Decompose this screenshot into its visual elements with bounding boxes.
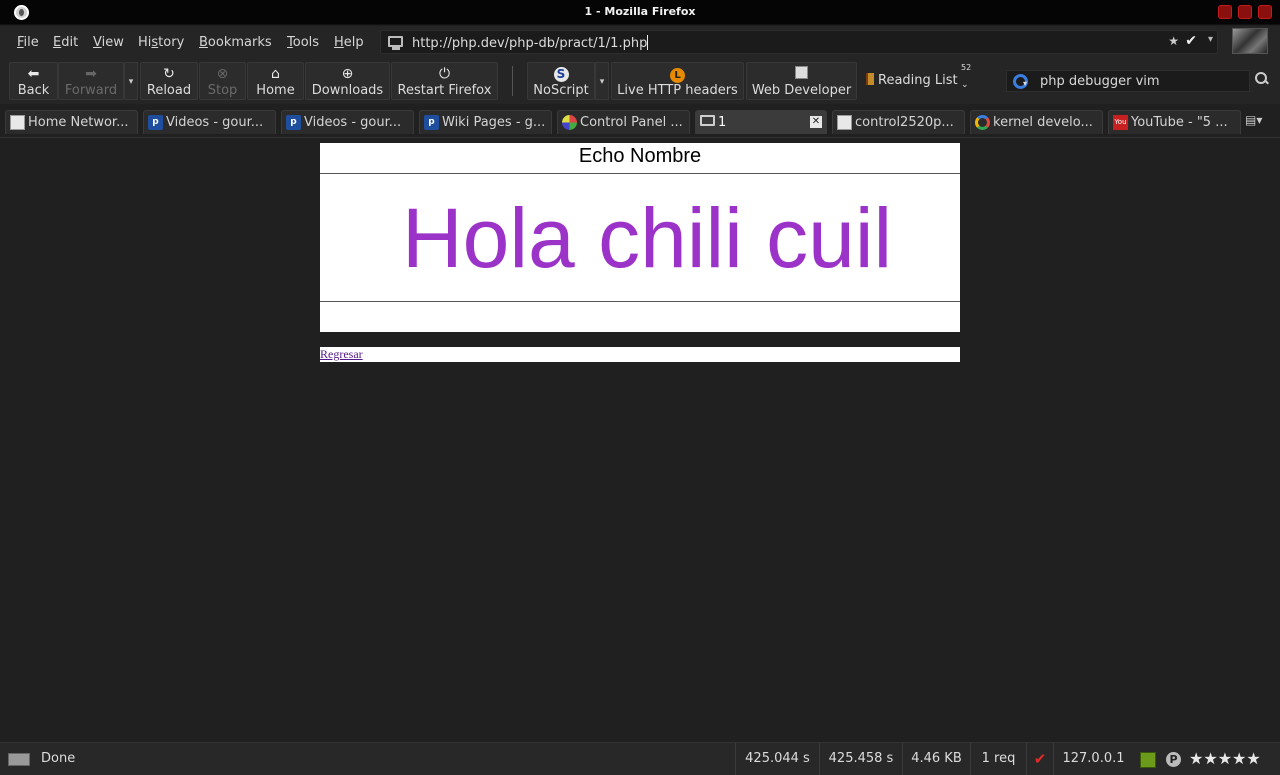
profile-avatar[interactable] [1232,28,1268,54]
menu-tools[interactable]: Tools [287,35,319,50]
stop-icon: ⊗ [216,66,229,82]
status-text: Done [41,751,76,766]
live-http-headers-button[interactable]: L Live HTTP headers [611,62,744,100]
tab-control2520p[interactable]: control2520p... [832,110,965,134]
load-time-1: 425.044 s [735,743,819,775]
validation-check-icon[interactable]: ✔ [1026,743,1053,775]
tab-kernel-developer[interactable]: kernel develo... [970,110,1103,134]
history-dropdown-button[interactable]: ▾ [124,62,138,100]
menu-help[interactable]: Help [334,35,364,50]
search-input[interactable]: php debugger vim [1040,74,1160,89]
window-controls [1218,5,1272,19]
p-status-icon[interactable]: P [1166,752,1181,767]
request-count: 1 req [970,743,1026,775]
download-icon: ⊕ [341,66,354,82]
laptop-icon [700,115,715,126]
greeting-text: Hola chili cuil [320,175,960,302]
forward-button[interactable]: ➡ Forward [58,62,124,100]
back-link-row: Regresar [320,347,960,362]
back-link[interactable]: Regresar [320,347,363,362]
load-time-2: 425.458 s [819,743,902,775]
bookmark-star-icon[interactable]: ★ [1168,34,1179,48]
text-caret [647,35,649,50]
reading-list-count: 52 [961,63,972,72]
tab-videos-1[interactable]: p Videos - gour... [143,110,276,134]
noscript-dropdown-button[interactable]: ▾ [595,62,609,100]
addon-green-icon[interactable] [1140,752,1156,768]
back-button[interactable]: ⬅ Back [9,62,58,100]
title-bar: 1 - Mozilla Firefox [0,0,1280,25]
forward-arrow-icon: ➡ [85,66,97,82]
server-ip: 127.0.0.1 [1053,743,1133,775]
youtube-icon: You [1113,115,1128,130]
p-icon: p [148,115,163,130]
google-icon [975,115,990,130]
window-title: 1 - Mozilla Firefox [584,5,696,18]
tab-youtube[interactable]: You YouTube - "5 ... [1108,110,1241,134]
tab-current[interactable]: 1 ✕ [695,110,827,134]
status-bar: Done 425.044 s 425.458 s 4.46 KB 1 req ✔… [0,742,1280,775]
document-icon [10,115,25,130]
tab-strip: Home Networ... p Videos - gour... p Vide… [0,104,1280,138]
close-button[interactable] [1258,5,1272,19]
menu-bar: File Edit View History Bookmarks Tools H… [0,26,1280,58]
url-input[interactable]: http://php.dev/php-db/pract/1/1.php [412,35,649,51]
navigation-toolbar: ⬅ Back ➡ Forward ▾ ↻ Reload ⊗ Stop ⌂ Hom… [0,58,1280,104]
home-button[interactable]: ⌂ Home [247,62,304,100]
web-developer-button[interactable]: Web Developer [746,62,857,100]
live-http-headers-icon: L [670,68,685,83]
p-icon: p [424,115,439,130]
reload-icon: ↻ [163,66,175,82]
tab-control-panel[interactable]: Control Panel ... [557,110,690,134]
page-size: 4.46 KB [902,743,970,775]
document-icon [837,115,852,130]
tab-videos-2[interactable]: p Videos - gour... [281,110,414,134]
search-engine-icon[interactable] [1013,74,1028,89]
stop-button[interactable]: ⊗ Stop [199,62,246,100]
control-panel-icon [562,115,577,130]
status-indicator-icon [8,753,30,766]
page-viewport: Echo Nombre Hola chili cuil Regresar [0,139,1280,742]
page-table: Echo Nombre Hola chili cuil [320,143,960,332]
maximize-button[interactable] [1238,5,1252,19]
page-title: Echo Nombre [320,143,960,174]
table-footer-row [320,303,960,332]
reading-list-button[interactable]: Reading List [866,73,958,88]
search-box[interactable]: php debugger vim [1006,70,1250,92]
menu-edit[interactable]: Edit [53,35,78,50]
search-icon[interactable] [1255,72,1269,86]
list-all-tabs-icon[interactable]: ▤▾ [1245,113,1273,127]
power-icon: ⏻ [438,66,451,82]
reading-list-dropdown-icon[interactable]: ⌄ [961,80,969,90]
menu-file[interactable]: File [17,35,39,50]
url-history-dropdown-icon[interactable]: ▾ [1208,34,1213,45]
tab-wiki-pages[interactable]: p Wiki Pages - g... [419,110,552,134]
noscript-button[interactable]: S NoScript [527,62,595,100]
close-tab-icon[interactable]: ✕ [810,116,822,128]
checkmark-icon[interactable]: ✔ [1185,33,1197,49]
toolbar-separator [512,66,513,96]
back-arrow-icon: ⬅ [27,66,40,82]
reload-button[interactable]: ↻ Reload [140,62,198,100]
rating-stars[interactable]: ★★★★★ [1189,749,1261,768]
tab-home-network[interactable]: Home Networ... [5,110,138,134]
menu-view[interactable]: View [93,35,124,50]
web-developer-icon [795,66,808,79]
menu-history[interactable]: History [138,35,184,50]
downloads-button[interactable]: ⊕ Downloads [305,62,390,100]
minimize-button[interactable] [1218,5,1232,19]
menu-bookmarks[interactable]: Bookmarks [199,35,272,50]
restart-firefox-button[interactable]: ⏻ Restart Firefox [391,62,498,100]
page-icon [388,36,403,50]
noscript-icon: S [553,67,569,82]
book-icon [866,73,874,85]
home-icon: ⌂ [271,66,280,82]
p-icon: p [286,115,301,130]
menu-file-rest: ile [23,35,39,50]
url-bar[interactable]: http://php.dev/php-db/pract/1/1.php ★ ✔ … [380,30,1218,54]
